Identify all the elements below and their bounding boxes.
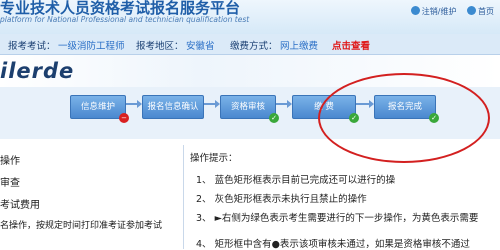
home-link[interactable]: 首页 <box>467 6 494 16</box>
menu-item[interactable]: 操作 <box>0 152 20 167</box>
menu-item[interactable]: 考试费用 <box>0 196 40 211</box>
error-icon: − <box>119 113 129 123</box>
region-value: 安徽省 <box>186 41 215 52</box>
step-confirm[interactable]: 报名信息确认 <box>142 95 204 119</box>
step-arrow <box>126 100 142 108</box>
step-arrow <box>204 100 220 108</box>
exam-label: 报考考试： <box>8 41 56 52</box>
menu-item[interactable]: 名操作，按规定时间打印准考证参加考试 <box>0 218 162 231</box>
divider <box>183 145 184 249</box>
page-subtitle: platform for National Professional and t… <box>0 15 250 24</box>
step-info-maintain[interactable]: 信息维护 − <box>70 95 129 123</box>
region-label: 报考地区： <box>136 41 184 52</box>
tip-line: 1、 蓝色矩形框表示目前已完成还可以进行的操 <box>196 175 396 186</box>
banner-word: ilerde <box>0 59 75 83</box>
tip-line: 2、 灰色矩形框表示未执行且禁止的操作 <box>196 194 367 205</box>
step-review[interactable]: 资格审核 ✓ <box>220 95 279 123</box>
menu-item[interactable]: 审查 <box>0 174 20 189</box>
tip-line: 3、 ►右侧为绿色表示考生需要进行的下一步操作，为黄色表示需要 <box>196 213 479 224</box>
tip-line: 4、 矩形框中含有●表示该项审核未通过，如果是资格审核不通过 <box>196 239 470 250</box>
step-arrow <box>276 100 292 108</box>
notice-link[interactable]: 点击查看 <box>332 38 370 52</box>
settings-link[interactable]: 注销/维护 <box>410 6 456 16</box>
tips-panel: 操作提示： 1、 蓝色矩形框表示目前已完成还可以进行的操 2、 灰色矩形框表示未… <box>190 150 500 250</box>
check-icon: ✓ <box>269 113 279 123</box>
pay-label: 缴费方式： <box>230 41 278 52</box>
pay-value: 网上缴费 <box>280 41 319 52</box>
user-icon <box>410 6 420 15</box>
tips-heading: 操作提示： <box>190 153 238 164</box>
header-links: 注销/维护 首页 <box>403 6 494 17</box>
home-icon <box>467 6 476 15</box>
left-menu: 操作 审查 考试费用 名操作，按规定时间打印准考证参加考试 <box>0 152 180 249</box>
exam-info-bar: 报考考试： 一级消防工程师 报考地区： 安徽省 缴费方式： 网上缴费 点击查看 <box>0 34 500 55</box>
header: 专业技术人员资格考试报名服务平台 platform for National P… <box>0 0 500 34</box>
exam-value: 一级消防工程师 <box>58 41 125 52</box>
